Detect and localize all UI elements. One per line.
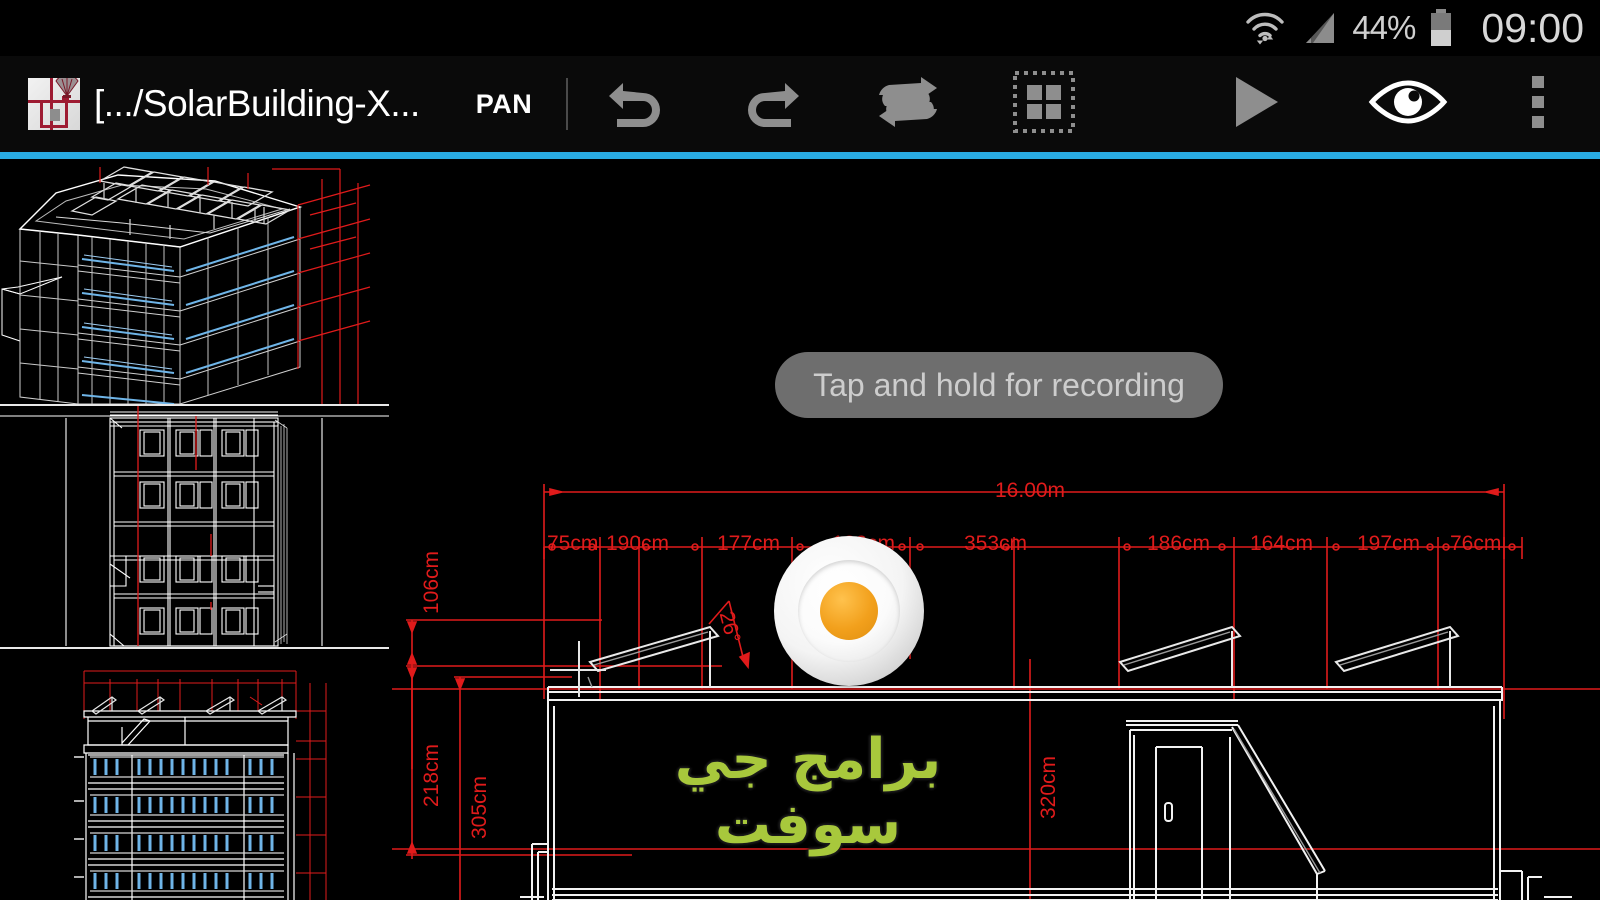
visibility-button[interactable] bbox=[1360, 56, 1456, 152]
cad-app-icon bbox=[28, 78, 80, 130]
three-dots-vertical-icon bbox=[1530, 73, 1546, 136]
dimension-h7: 164cm bbox=[1250, 532, 1314, 555]
workspace: 16.00m 75cm 190cm 177cm 182cm 353cm 186c… bbox=[0, 159, 1600, 900]
dimension-h8: 197cm bbox=[1357, 532, 1421, 555]
toolbar-divider bbox=[566, 78, 569, 130]
dimension-v4: 320cm bbox=[1037, 755, 1060, 819]
dimension-v2: 218cm bbox=[420, 743, 443, 807]
undo-arrow-icon bbox=[605, 75, 667, 134]
dimension-overall: 16.00m bbox=[995, 479, 1066, 502]
dimension-h5: 353cm bbox=[964, 532, 1028, 555]
pan-mode-label[interactable]: PAN bbox=[476, 89, 533, 120]
dimension-h6: 186cm bbox=[1147, 532, 1211, 555]
dimension-v1: 106cm bbox=[420, 550, 443, 614]
cellular-signal-icon bbox=[1298, 9, 1340, 47]
record-inner-ring bbox=[798, 560, 900, 662]
grid-select-icon bbox=[1013, 70, 1076, 138]
app-toolbar: [.../SolarBuilding-X... PAN bbox=[0, 56, 1600, 152]
redo-button[interactable] bbox=[724, 56, 820, 152]
dimension-h1: 75cm bbox=[547, 532, 599, 555]
play-triangle-icon bbox=[1230, 74, 1282, 135]
dimension-h2: 190cm bbox=[606, 532, 670, 555]
battery-icon bbox=[1427, 8, 1455, 48]
file-title[interactable]: [.../SolarBuilding-X... bbox=[94, 83, 420, 125]
thumbnail-elevation[interactable] bbox=[0, 649, 389, 900]
undo-button[interactable] bbox=[588, 56, 684, 152]
dimension-h3: 177cm bbox=[717, 532, 781, 555]
battery-percent-label: 44% bbox=[1352, 9, 1416, 46]
play-button[interactable] bbox=[1208, 56, 1304, 152]
thumbnail-floor-plan[interactable] bbox=[0, 406, 389, 647]
dimension-h9: 76cm bbox=[1450, 532, 1502, 555]
layers-button[interactable] bbox=[996, 56, 1092, 152]
clock-label: 09:00 bbox=[1481, 4, 1584, 51]
record-dot-icon bbox=[820, 582, 878, 640]
status-bar: 44% 09:00 bbox=[0, 0, 1600, 56]
wifi-updown-icon bbox=[1244, 8, 1286, 48]
eye-icon bbox=[1366, 77, 1450, 132]
dimension-v3: 305cm bbox=[468, 775, 491, 839]
loop-arrows-icon bbox=[875, 75, 941, 134]
regen-button[interactable] bbox=[860, 56, 956, 152]
record-hint-tooltip: Tap and hold for recording bbox=[775, 352, 1223, 418]
accent-bar bbox=[0, 152, 1600, 159]
cad-elevation-drawing bbox=[392, 484, 1600, 900]
thumbnail-3d-isometric[interactable] bbox=[0, 159, 389, 404]
cad-drawing-canvas[interactable]: 16.00m 75cm 190cm 177cm 182cm 353cm 186c… bbox=[392, 159, 1600, 900]
thumbnail-sidebar bbox=[0, 159, 389, 900]
overflow-menu-button[interactable] bbox=[1490, 56, 1586, 152]
watermark-text: برامج جي سوفت bbox=[674, 727, 942, 857]
record-button[interactable] bbox=[774, 536, 924, 686]
redo-arrow-icon bbox=[741, 75, 803, 134]
